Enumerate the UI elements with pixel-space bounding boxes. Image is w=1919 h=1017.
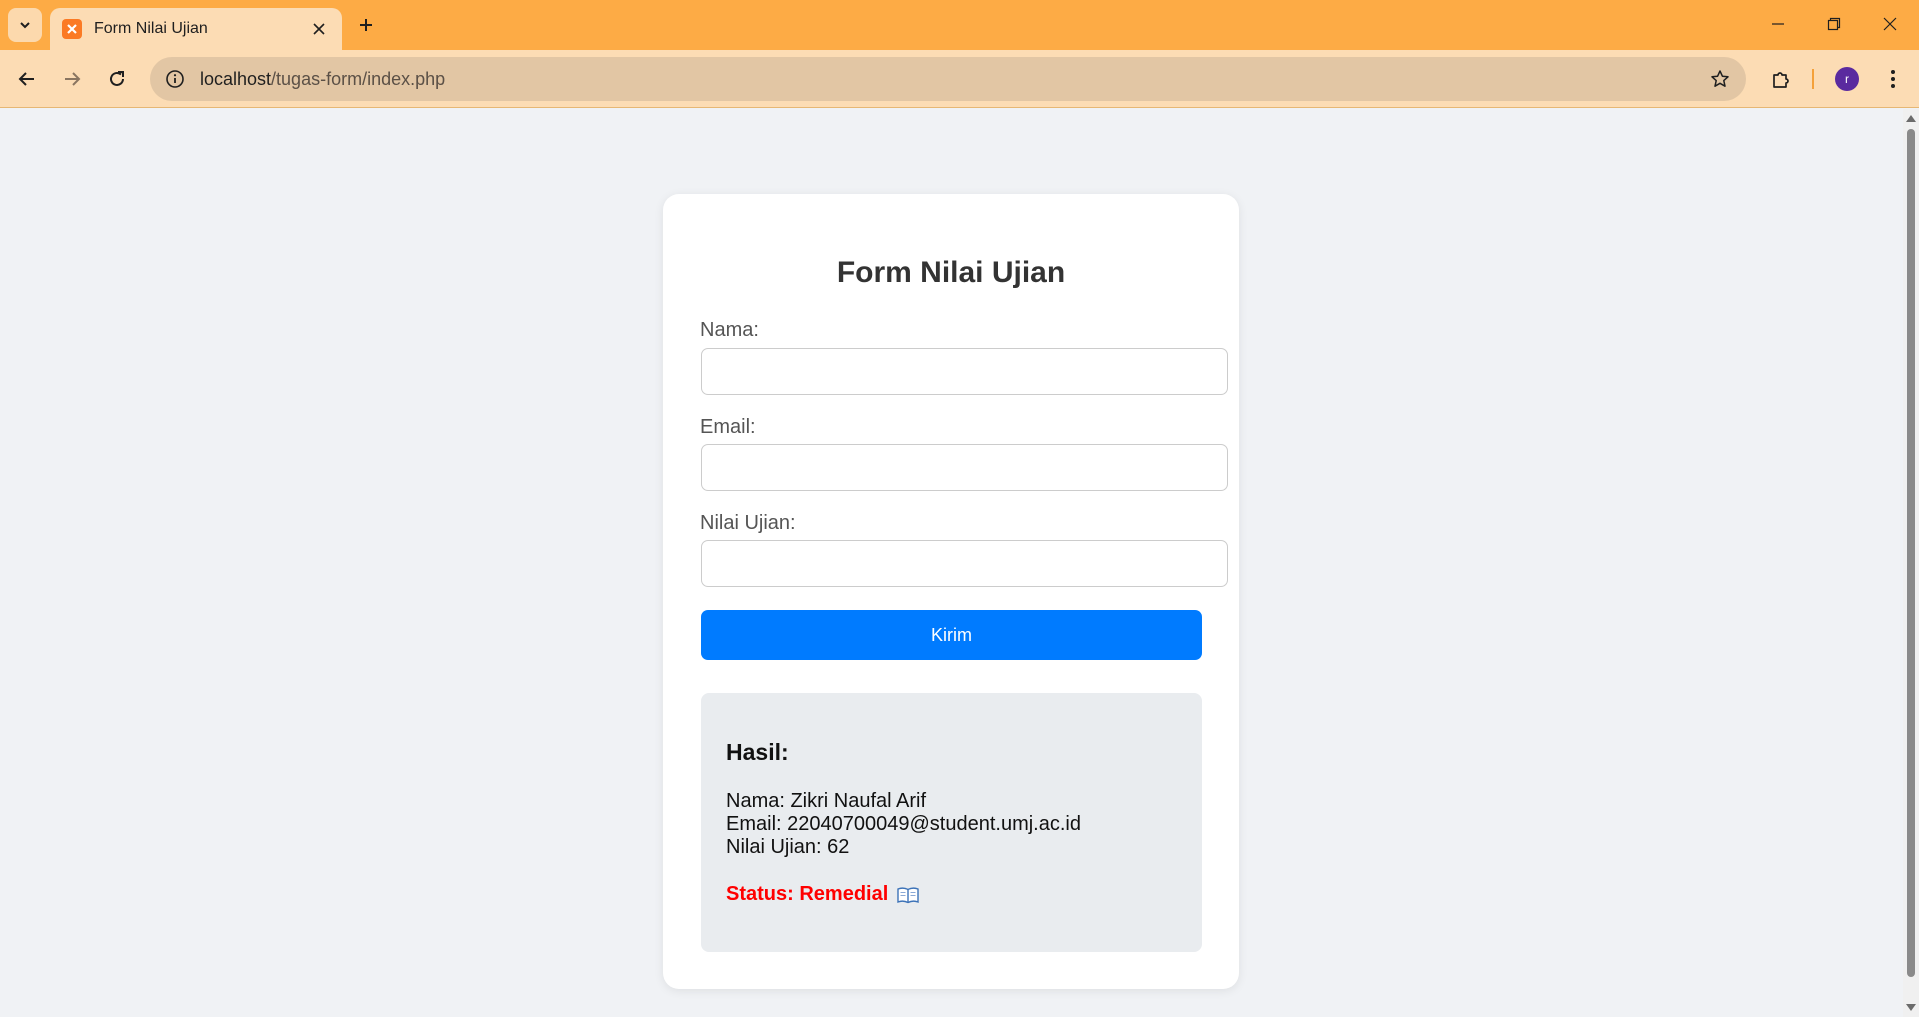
xampp-favicon-icon bbox=[62, 19, 82, 39]
puzzle-icon bbox=[1773, 72, 1789, 88]
site-info-icon[interactable] bbox=[164, 68, 186, 90]
scroll-down-arrow-icon[interactable] bbox=[1906, 1003, 1916, 1013]
tab-close-icon[interactable] bbox=[308, 18, 330, 40]
nama-label: Nama: bbox=[700, 319, 759, 341]
minimize-icon bbox=[1772, 23, 1784, 25]
toolbar-divider bbox=[1812, 69, 1814, 89]
chevron-down-icon bbox=[20, 22, 30, 29]
reload-button[interactable] bbox=[100, 62, 134, 96]
form-card: Form Nilai Ujian Nama: Email: Nilai Ujia… bbox=[663, 194, 1239, 989]
tab-title: Form Nilai Ujian bbox=[94, 20, 208, 37]
minimize-button[interactable] bbox=[1758, 6, 1798, 42]
url-text: localhost/tugas-form/index.php bbox=[200, 69, 445, 90]
active-tab[interactable]: Form Nilai Ujian bbox=[50, 8, 342, 50]
nilai-ujian-label: Nilai Ujian: bbox=[700, 512, 796, 534]
kirim-button[interactable]: Kirim bbox=[701, 610, 1202, 660]
browser-toolbar: localhost/tugas-form/index.php r bbox=[0, 50, 1919, 108]
url-path: /tugas-form/index.php bbox=[271, 68, 446, 89]
status-text: Status: Remedial bbox=[726, 883, 889, 905]
result-lines: Nama: Zikri Naufal Arif Email: 220407000… bbox=[726, 790, 1081, 859]
arrow-right-icon bbox=[65, 72, 81, 86]
nama-input[interactable] bbox=[701, 348, 1228, 395]
result-status: Status: Remedial bbox=[726, 883, 919, 906]
result-heading: Hasil: bbox=[726, 739, 789, 765]
result-panel: Hasil: Nama: Zikri Naufal Arif Email: 22… bbox=[701, 693, 1202, 952]
reload-icon bbox=[110, 71, 124, 86]
url-host: localhost bbox=[200, 68, 272, 89]
arrow-left-icon bbox=[18, 72, 34, 86]
extensions-button[interactable] bbox=[1764, 62, 1798, 96]
plus-icon bbox=[360, 19, 372, 31]
open-book-icon bbox=[897, 886, 919, 903]
scroll-thumb[interactable] bbox=[1907, 129, 1915, 977]
back-button[interactable] bbox=[10, 62, 44, 96]
nilai-ujian-input[interactable] bbox=[701, 540, 1228, 587]
close-icon bbox=[1883, 17, 1897, 31]
email-label: Email: bbox=[700, 416, 756, 438]
bookmark-star-icon[interactable] bbox=[1708, 67, 1732, 91]
forward-button[interactable] bbox=[55, 62, 89, 96]
kebab-menu-icon bbox=[1891, 70, 1895, 88]
page-scrollbar[interactable] bbox=[1903, 109, 1919, 1017]
result-email: Email: 22040700049@student.umj.ac.id bbox=[726, 813, 1081, 835]
tab-strip: Form Nilai Ujian bbox=[0, 0, 1919, 50]
result-nama: Nama: Zikri Naufal Arif bbox=[726, 790, 927, 812]
close-window-button[interactable] bbox=[1870, 6, 1910, 42]
page-viewport: Form Nilai Ujian Nama: Email: Nilai Ujia… bbox=[0, 109, 1903, 1017]
result-nilai: Nilai Ujian: 62 bbox=[726, 836, 850, 858]
restore-button[interactable] bbox=[1814, 6, 1854, 42]
browser-menu-button[interactable] bbox=[1876, 62, 1910, 96]
email-input[interactable] bbox=[701, 444, 1228, 491]
tab-search-button[interactable] bbox=[8, 8, 42, 42]
profile-avatar[interactable]: r bbox=[1835, 67, 1859, 91]
address-bar[interactable]: localhost/tugas-form/index.php bbox=[150, 57, 1746, 101]
new-tab-button[interactable] bbox=[352, 11, 380, 39]
restore-icon bbox=[1827, 17, 1841, 31]
scroll-up-arrow-icon[interactable] bbox=[1906, 113, 1916, 123]
page-title: Form Nilai Ujian bbox=[836, 256, 1066, 289]
